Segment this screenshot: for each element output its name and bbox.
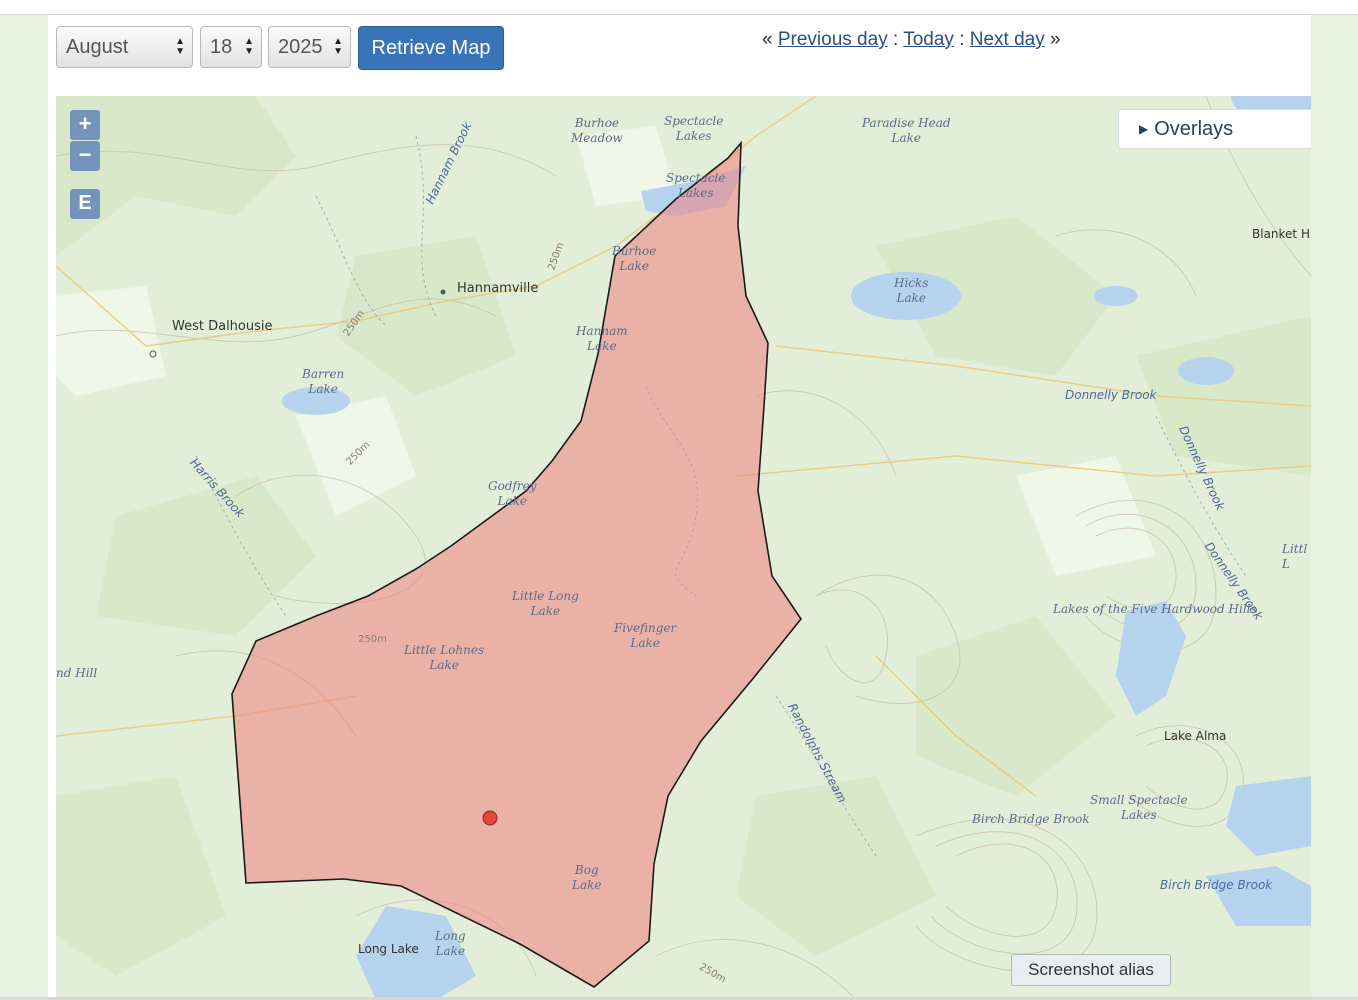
map-label-godfrey-lake: Godfrey Lake (488, 479, 537, 508)
retrieve-map-button[interactable]: Retrieve Map (358, 26, 504, 70)
map-label-lake-alma: Lake Alma (1164, 729, 1227, 743)
map-view[interactable]: Burhoe Meadow Spectacle Lakes Spectacle … (56, 96, 1311, 1000)
map-label-hicks-lake: Hicks Lake (894, 276, 929, 305)
select-arrows-icon: ▲ ▼ (175, 36, 185, 57)
month-select[interactable]: August ▲ ▼ (56, 26, 193, 68)
year-select[interactable]: 2025 ▲ ▼ (268, 26, 351, 68)
map-label-long-lake-town: Long Lake (358, 942, 419, 956)
top-bar (0, 0, 1358, 15)
hannamville-dot (440, 289, 446, 295)
map-label-spectacle-lakes: Spectacle Lakes (664, 114, 724, 143)
select-arrows-icon: ▲ ▼ (244, 36, 254, 57)
map-label-blanket-h: Blanket H (1252, 227, 1310, 241)
nav-suffix: » (1050, 29, 1061, 50)
map-label-bog-lake: Bog Lake (572, 863, 602, 892)
map-label-hannamville: Hannamville (457, 281, 539, 296)
map-label-birch-bridge-brook: Birch Bridge Brook (1160, 878, 1273, 892)
map-label-donnelly-brook: Donnelly Brook (1065, 388, 1157, 402)
map-label-contour: 250m (358, 634, 387, 645)
nav-prefix: « (762, 29, 773, 50)
map-label-nd-hill: nd Hill (56, 666, 98, 680)
map-label-hannam-lake: Hannam Lake (576, 324, 628, 353)
map-label-paradise-head-lake: Paradise Head Lake (862, 116, 951, 145)
location-marker[interactable] (482, 810, 498, 826)
overlays-toggle[interactable]: ▶ Overlays (1118, 109, 1311, 149)
nav-separator: : (959, 29, 965, 50)
map-label-lakes-five-hardwood-hills: Lakes of the Five Hardwood Hills (1053, 602, 1257, 616)
zoom-in-button[interactable]: + (70, 110, 100, 140)
map-canvas[interactable] (56, 96, 1311, 1000)
map-label-small-spectacle-lakes: Small Spectacle Lakes (1090, 793, 1188, 822)
map-label-west-dalhousie: West Dalhousie (172, 319, 273, 334)
map-label-burhoe-lake: Burhoe Lake (612, 244, 657, 273)
day-navigation: « Previous day : Today : Next day » (762, 29, 1061, 51)
zoom-out-button[interactable]: − (70, 141, 100, 171)
day-select[interactable]: 18 ▲ ▼ (200, 26, 262, 68)
screenshot-alias-tooltip: Screenshot alias (1011, 954, 1171, 986)
map-label-barren-lake: Barren Lake (302, 367, 345, 396)
map-label-little-lohnes-lake: Little Lohnes Lake (404, 643, 485, 672)
select-arrows-icon: ▲ ▼ (333, 36, 343, 57)
year-value: 2025 (278, 36, 323, 58)
overlays-label: Overlays (1154, 118, 1234, 140)
next-day-link[interactable]: Next day (970, 29, 1045, 50)
nav-separator: : (892, 29, 899, 50)
caret-right-icon: ▶ (1139, 122, 1149, 136)
map-label-birch-bridge-brook: Birch Bridge Brook (972, 812, 1090, 826)
map-label-spectacle-lakes: Spectacle Lakes (666, 171, 726, 200)
map-label-littl: Littl L (1282, 542, 1308, 571)
previous-day-link[interactable]: Previous day (778, 29, 888, 50)
map-label-burhoe-meadow: Burhoe Meadow (571, 116, 623, 145)
map-label-fivefinger-lake: Fivefinger Lake (614, 621, 677, 650)
map-label-long-lake: Long Lake (435, 929, 466, 958)
e-button[interactable]: E (70, 189, 100, 219)
region-polygon[interactable] (231, 140, 802, 988)
month-value: August (66, 36, 129, 58)
map-label-little-long-lake: Little Long Lake (512, 589, 579, 618)
day-value: 18 (210, 36, 233, 58)
today-link[interactable]: Today (903, 29, 954, 50)
